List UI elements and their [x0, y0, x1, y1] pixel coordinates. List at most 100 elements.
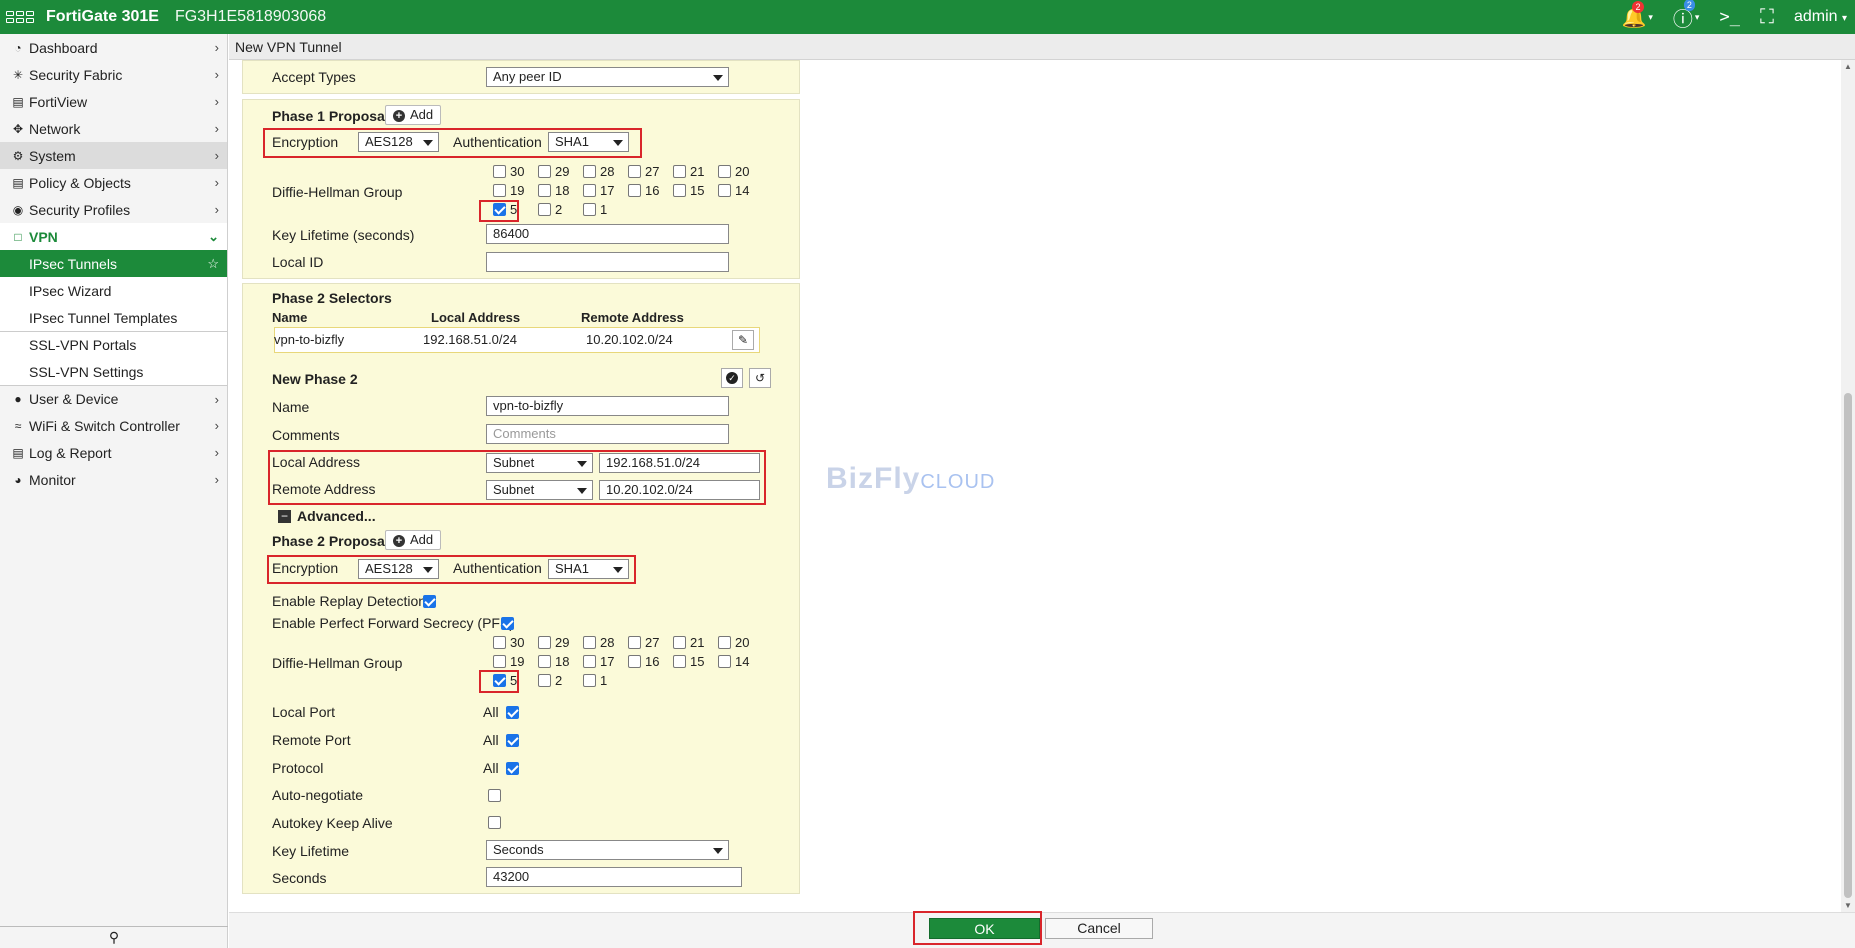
phase1-dh-checkbox-19[interactable]: [493, 184, 506, 197]
phase1-encryption-select[interactable]: AES128: [358, 132, 439, 152]
phase2-dh-checkbox-29[interactable]: [538, 636, 551, 649]
phase1-dh-checkbox-15[interactable]: [673, 184, 686, 197]
scroll-down-arrow-icon[interactable]: ▼: [1844, 901, 1852, 910]
sidebar-item-vpn[interactable]: □ VPN ⌄: [0, 223, 227, 250]
sidebar-item-fortiview[interactable]: ▤ FortiView ›: [0, 88, 227, 115]
phase2-encryption-select[interactable]: AES128: [358, 559, 439, 579]
phase2-dh-checkbox-19[interactable]: [493, 655, 506, 668]
phase1-add-button[interactable]: + Add: [385, 105, 442, 125]
cancel-button[interactable]: Cancel: [1045, 918, 1153, 939]
sidebar-item-policy-objects[interactable]: ▤ Policy & Objects ›: [0, 169, 227, 196]
keepalive-checkbox[interactable]: [488, 816, 501, 829]
admin-username: admin: [1793, 8, 1838, 25]
sidebar-item-log-report[interactable]: ▤ Log & Report ›: [0, 439, 227, 466]
phase2-key-lifetime-label: Key Lifetime: [272, 843, 350, 859]
phase2-dh-label-21: 21: [690, 635, 705, 650]
sidebar-item-dashboard[interactable]: ◔ Dashboard ›: [0, 34, 227, 61]
protocol-all-checkbox[interactable]: [506, 762, 519, 775]
phase1-dh-checkbox-2[interactable]: [538, 203, 551, 216]
sidebar-item-system[interactable]: ⚙ System ›: [0, 142, 227, 169]
phase1-auth-select[interactable]: SHA1: [548, 132, 629, 152]
phase2-dh-checkbox-30[interactable]: [493, 636, 506, 649]
phase1-dh-checkbox-1[interactable]: [583, 203, 596, 216]
local-id-input[interactable]: [486, 252, 729, 272]
undo-icon[interactable]: ↺: [749, 368, 771, 388]
sidebar-item-ipsec-tunnels[interactable]: IPsec Tunnels ☆: [0, 250, 227, 277]
scrollbar-thumb[interactable]: [1844, 393, 1852, 898]
local-port-label: Local Port: [272, 704, 336, 720]
phase2-dh-label-27: 27: [645, 635, 660, 650]
phase1-dh-checkbox-14[interactable]: [718, 184, 731, 197]
remote-address-type-select[interactable]: Subnet: [486, 480, 593, 500]
phase2-dh-checkbox-1[interactable]: [583, 674, 596, 687]
phase2-name-input[interactable]: vpn-to-bizfly: [486, 396, 729, 416]
remote-port-all-checkbox[interactable]: [506, 734, 519, 747]
replay-detection-checkbox[interactable]: [423, 595, 436, 608]
edit-pencil-icon[interactable]: ✎: [732, 330, 754, 350]
phase1-dh-checkbox-30[interactable]: [493, 165, 506, 178]
local-address-input[interactable]: 192.168.51.0/24: [599, 453, 760, 473]
remote-address-input[interactable]: 10.20.102.0/24: [599, 480, 760, 500]
phase2-dh-label-18: 18: [555, 654, 570, 669]
cli-console-icon[interactable]: >_: [1719, 7, 1739, 27]
sidebar-item-network[interactable]: ✥ Network ›: [0, 115, 227, 142]
sidebar-item-security-fabric[interactable]: ✳ Security Fabric ›: [0, 61, 227, 88]
help-icon[interactable]: ⓘ 2 ▾: [1673, 0, 1699, 32]
phase1-dh-label-2: 2: [555, 202, 563, 217]
advanced-toggle[interactable]: − Advanced...: [278, 508, 376, 524]
phase2-dh-checkbox-14[interactable]: [718, 655, 731, 668]
seconds-input[interactable]: 43200: [486, 867, 742, 887]
scrollbar[interactable]: ▲ ▼: [1841, 60, 1855, 912]
phase1-dh-checkbox-27[interactable]: [628, 165, 641, 178]
ok-button[interactable]: OK: [929, 918, 1040, 939]
phase2-dh-checkbox-27[interactable]: [628, 636, 641, 649]
phase2-dh-checkbox-20[interactable]: [718, 636, 731, 649]
phase2-add-button[interactable]: + Add: [385, 530, 442, 550]
phase1-dh-label-21: 21: [690, 164, 705, 179]
scroll-up-arrow-icon[interactable]: ▲: [1844, 62, 1852, 71]
plus-icon: +: [393, 535, 405, 547]
comments-textarea[interactable]: Comments: [486, 424, 729, 444]
phase2-key-lifetime-select[interactable]: Seconds: [486, 840, 729, 860]
sidebar-item-ssl-vpn-portals[interactable]: SSL-VPN Portals: [0, 331, 227, 358]
remote-port-label: Remote Port: [272, 732, 351, 748]
sidebar-item-monitor[interactable]: ◕ Monitor ›: [0, 466, 227, 493]
phase2-dh-checkbox-2[interactable]: [538, 674, 551, 687]
sidebar-item-security-profiles[interactable]: ◉ Security Profiles ›: [0, 196, 227, 223]
local-port-all-checkbox[interactable]: [506, 706, 519, 719]
phase2-dh-checkbox-17[interactable]: [583, 655, 596, 668]
serial-number[interactable]: FG3H1E5818903068: [175, 8, 326, 26]
local-address-type-select[interactable]: Subnet: [486, 453, 593, 473]
dropdown-arrow-icon: [713, 75, 723, 81]
phase1-dh-checkbox-20[interactable]: [718, 165, 731, 178]
sidebar-search-icon[interactable]: ⚲: [0, 926, 228, 948]
confirm-check-icon[interactable]: ✓: [721, 368, 743, 388]
phase1-dh-checkbox-29[interactable]: [538, 165, 551, 178]
phase2-dh-checkbox-28[interactable]: [583, 636, 596, 649]
accept-types-select[interactable]: Any peer ID: [486, 67, 729, 87]
auto-negotiate-label: Auto-negotiate: [272, 787, 364, 803]
phase2-dh-checkbox-21[interactable]: [673, 636, 686, 649]
pfs-checkbox[interactable]: [501, 617, 514, 630]
phase2-dh-checkbox-15[interactable]: [673, 655, 686, 668]
fullscreen-icon[interactable]: ⛶: [1760, 6, 1774, 29]
auto-negotiate-checkbox[interactable]: [488, 789, 501, 802]
sidebar-item-ssl-vpn-settings[interactable]: SSL-VPN Settings: [0, 358, 227, 385]
phase1-dh-checkbox-18[interactable]: [538, 184, 551, 197]
notifications-bell-icon[interactable]: 🔔 2 ▾: [1621, 0, 1653, 30]
star-icon[interactable]: ☆: [207, 256, 219, 272]
phase1-dh-checkbox-16[interactable]: [628, 184, 641, 197]
phase1-dh-checkbox-21[interactable]: [673, 165, 686, 178]
sidebar-item-wifi-switch[interactable]: ≈ WiFi & Switch Controller ›: [0, 412, 227, 439]
phase1-key-lifetime-input[interactable]: 86400: [486, 224, 729, 244]
sidebar-item-ipsec-tunnel-templates[interactable]: IPsec Tunnel Templates: [0, 304, 227, 331]
phase2-selector-row[interactable]: [274, 327, 760, 353]
admin-user-menu[interactable]: admin ▾: [1794, 8, 1847, 26]
phase2-dh-checkbox-18[interactable]: [538, 655, 551, 668]
phase2-auth-select[interactable]: SHA1: [548, 559, 629, 579]
phase2-dh-checkbox-16[interactable]: [628, 655, 641, 668]
sidebar-item-ipsec-wizard[interactable]: IPsec Wizard: [0, 277, 227, 304]
phase1-dh-checkbox-17[interactable]: [583, 184, 596, 197]
sidebar-item-user-device[interactable]: ● User & Device ›: [0, 385, 227, 412]
phase1-dh-checkbox-28[interactable]: [583, 165, 596, 178]
